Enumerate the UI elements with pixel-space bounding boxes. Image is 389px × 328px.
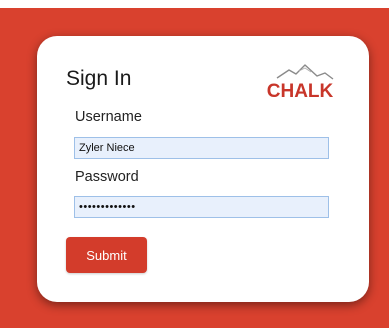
password-label: Password [75, 169, 139, 185]
submit-button[interactable]: Submit [66, 237, 147, 273]
chalk-logo: CHALK [267, 64, 334, 102]
top-strip [0, 0, 389, 8]
username-label: Username [75, 109, 142, 125]
password-input[interactable] [74, 196, 329, 218]
username-input[interactable] [74, 137, 329, 159]
logo-text: CHALK [267, 81, 334, 102]
page-title: Sign In [66, 67, 132, 90]
sign-in-card: Sign In CHALK Username Password Submit [37, 36, 369, 302]
